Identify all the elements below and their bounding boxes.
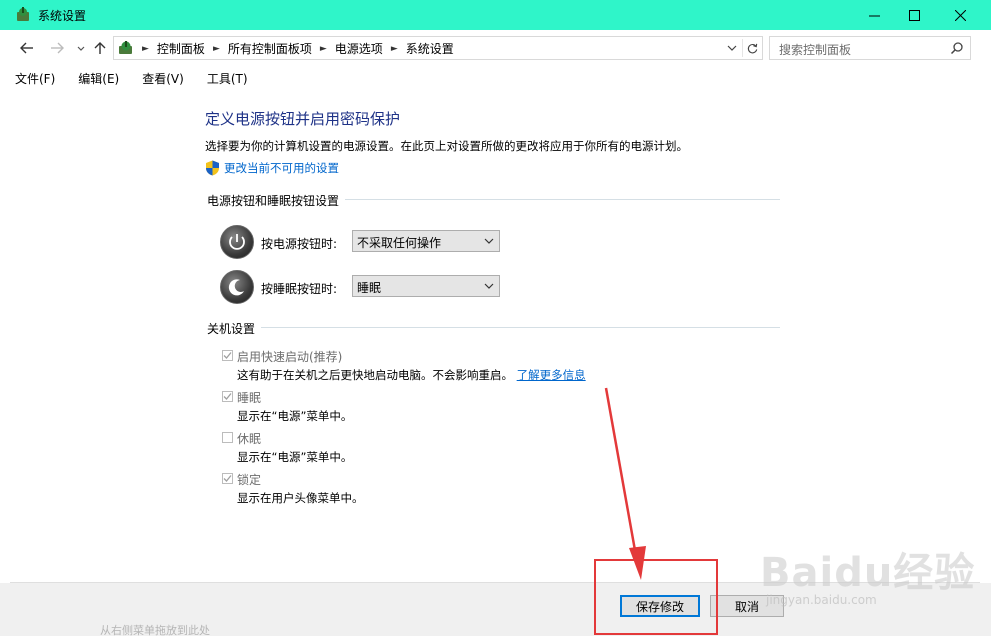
highlight-box <box>594 559 718 635</box>
title-bar[interactable]: 系统设置 <box>0 0 991 30</box>
chevron-down-icon <box>77 46 85 51</box>
refresh-button[interactable] <box>742 39 761 57</box>
checkmark-icon <box>223 352 232 359</box>
menu-file[interactable]: 文件(F) <box>12 68 58 89</box>
power-button-icon <box>220 225 254 259</box>
sleep-description: 显示在“电源”菜单中。 <box>237 409 353 423</box>
arrow-right-icon <box>51 42 64 54</box>
breadcrumb-separator: ► <box>142 43 149 54</box>
breadcrumb: ► 控制面板 ► 所有控制面板项 ► 电源选项 ► 系统设置 <box>142 40 454 57</box>
breadcrumb-item-control-panel[interactable]: 控制面板 <box>157 40 205 57</box>
chevron-down-icon <box>484 283 494 289</box>
sleep-button-label: 按睡眠按钮时: <box>261 282 338 296</box>
hibernate-description: 显示在“电源”菜单中。 <box>237 450 353 464</box>
search-icon[interactable] <box>950 41 964 55</box>
settings-content: 定义电源按钮并启用密码保护 选择要为你的计算机设置的电源设置。在此页上对设置所做… <box>10 92 980 582</box>
fast-startup-description: 这有助于在关机之后更快地启动电脑。不会影响重启。 了解更多信息 <box>237 367 586 383</box>
uac-shield-icon <box>206 160 219 176</box>
menu-bar: 文件(F) 编辑(E) 查看(V) 工具(T) <box>0 66 991 90</box>
close-icon <box>954 9 966 21</box>
menu-edit[interactable]: 编辑(E) <box>75 68 122 89</box>
back-button[interactable] <box>17 38 37 58</box>
search-input[interactable]: 搜索控制面板 <box>779 41 851 58</box>
lock-checkbox[interactable] <box>222 473 233 484</box>
page-title: 定义电源按钮并启用密码保护 <box>205 110 401 128</box>
power-options-icon <box>14 6 32 24</box>
lock-label: 锁定 <box>237 473 262 487</box>
watermark-url: jingyan.baidu.com <box>766 593 877 607</box>
sleep-button-action-value: 睡眠 <box>357 281 382 295</box>
fast-startup-label: 启用快速启动(推荐) <box>237 350 343 364</box>
control-panel-icon <box>117 39 135 57</box>
sleep-button-icon <box>220 270 254 304</box>
watermark: Baidu经验 <box>760 550 976 596</box>
page-description: 选择要为你的计算机设置的电源设置。在此页上对设置所做的更改将应用于你所有的电源计… <box>205 139 688 153</box>
fast-startup-checkbox[interactable] <box>222 350 233 361</box>
change-settings-link-text[interactable]: 更改当前不可用的设置 <box>224 160 339 176</box>
power-button-action-select[interactable]: 不采取任何操作 <box>352 230 500 252</box>
system-settings-window: 系统设置 ► 控制面板 ► 所有控制面板项 ► 电源选项 ► 系统设置 搜索控制… <box>0 0 991 636</box>
search-box[interactable]: 搜索控制面板 <box>769 36 971 60</box>
chevron-down-icon <box>727 45 737 51</box>
checkmark-icon <box>223 393 232 400</box>
breadcrumb-separator[interactable]: ► <box>213 44 220 54</box>
power-button-label: 按电源按钮时: <box>261 237 338 251</box>
refresh-icon <box>747 43 757 53</box>
background-hint-text: 从右侧菜单拖放到此处 <box>100 624 210 636</box>
power-buttons-group-title: 电源按钮和睡眠按钮设置 <box>207 192 346 209</box>
power-button-action-value: 不采取任何操作 <box>357 236 442 250</box>
sleep-label: 睡眠 <box>237 391 262 405</box>
learn-more-link[interactable]: 了解更多信息 <box>517 368 586 382</box>
navigation-bar: ► 控制面板 ► 所有控制面板项 ► 电源选项 ► 系统设置 搜索控制面板 <box>0 30 991 66</box>
recent-dropdown-button[interactable] <box>71 38 91 58</box>
arrow-left-icon <box>20 42 33 54</box>
up-button[interactable] <box>90 38 110 58</box>
window-title: 系统设置 <box>38 9 87 23</box>
menu-tools[interactable]: 工具(T) <box>204 68 251 89</box>
fast-startup-desc-text: 这有助于在关机之后更快地启动电脑。不会影响重启。 <box>237 368 513 382</box>
arrow-up-icon <box>94 42 106 54</box>
maximize-button[interactable] <box>891 0 937 30</box>
address-dropdown-button[interactable] <box>725 41 739 55</box>
breadcrumb-item-power-options[interactable]: 电源选项 <box>335 40 383 57</box>
checkmark-icon <box>223 475 232 482</box>
minimize-icon <box>868 15 880 16</box>
forward-button[interactable] <box>47 38 67 58</box>
sleep-button-action-select[interactable]: 睡眠 <box>352 275 500 297</box>
lock-description: 显示在用户头像菜单中。 <box>237 491 364 505</box>
group-divider <box>207 327 780 328</box>
shutdown-group-title: 关机设置 <box>207 320 262 337</box>
close-button[interactable] <box>937 0 983 30</box>
maximize-icon <box>908 9 920 21</box>
breadcrumb-item-system-settings[interactable]: 系统设置 <box>406 40 454 57</box>
hibernate-checkbox[interactable] <box>222 432 233 443</box>
breadcrumb-item-all-items[interactable]: 所有控制面板项 <box>228 40 312 57</box>
address-bar[interactable]: ► 控制面板 ► 所有控制面板项 ► 电源选项 ► 系统设置 <box>113 36 763 60</box>
hibernate-label: 休眠 <box>237 432 262 446</box>
breadcrumb-separator[interactable]: ► <box>320 44 327 54</box>
breadcrumb-separator[interactable]: ► <box>391 44 398 54</box>
menu-view[interactable]: 查看(V) <box>139 68 187 89</box>
change-unavailable-settings-link[interactable]: 更改当前不可用的设置 <box>205 160 339 176</box>
chevron-down-icon <box>484 238 494 244</box>
sleep-checkbox[interactable] <box>222 391 233 402</box>
